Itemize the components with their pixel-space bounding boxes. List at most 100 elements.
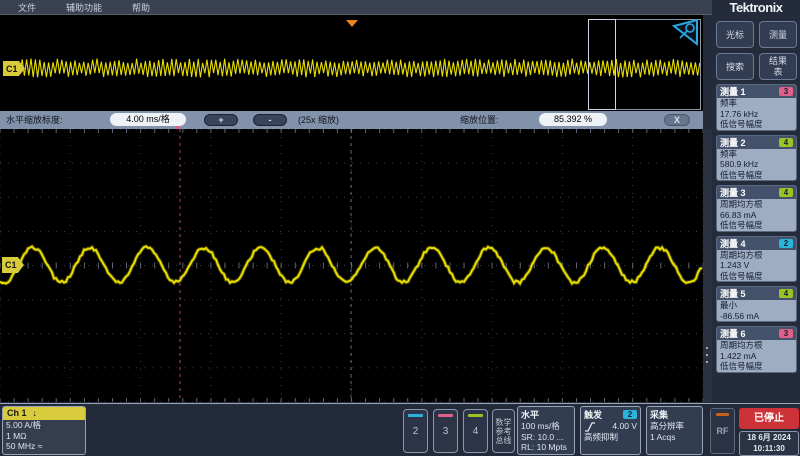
measurement-title: 测量 6 (720, 327, 746, 340)
sample-rate: SR: 10.0 ... (518, 432, 574, 443)
datetime-display: 18 6月 2024 10:11:30 (739, 431, 799, 456)
zoom-in-button[interactable]: + (204, 114, 238, 126)
measurement-type: 最小 (717, 300, 796, 311)
horizontal-scale: 100 ms/格 (518, 421, 574, 432)
bandwidth-limit-icon: ≈ (38, 441, 43, 451)
horizontal-title: 水平 (521, 408, 539, 421)
trigger-source-badge: 2 (623, 410, 637, 419)
waveform-overview[interactable]: C1 (0, 15, 703, 111)
rf-label: RF (711, 426, 734, 436)
measurement-type: 周期均方根 (717, 199, 796, 210)
source-badge: 4 (779, 289, 793, 298)
results-table-button[interactable]: 结果表 (759, 53, 797, 80)
record-length: RL: 10 Mpts (518, 442, 574, 453)
drag-handle-icon (706, 354, 708, 356)
measurement-type: 周期均方根 (717, 250, 796, 261)
channel1-bandwidth: 50 MHz (6, 441, 35, 451)
measurement-warning: 低信号幅度 (717, 361, 796, 372)
channel2-color-stripe-icon (408, 414, 423, 417)
measure-button[interactable]: 测量 (759, 21, 797, 48)
source-badge: 4 (779, 188, 793, 197)
rf-color-stripe-icon (716, 413, 729, 416)
trigger-title: 触发 (584, 408, 602, 421)
oscilloscope-screen: 文件 辅助功能 帮助 C1 水平缩放标度: 4.00 ms/格 + - (25x… (0, 0, 800, 456)
math-ref-bus-button[interactable]: 数学 参考 总线 (492, 409, 515, 453)
zoom-position-value[interactable]: 85.392 % (539, 113, 607, 126)
search-button[interactable]: 搜索 (716, 53, 754, 80)
channel1-impedance: 1 MΩ (3, 431, 85, 442)
channel3-number: 3 (434, 426, 457, 437)
measurement-value: 1.243 V (717, 260, 796, 271)
measurement-type: 频率 (717, 149, 796, 160)
zoom-close-button[interactable]: X (664, 114, 690, 126)
measurement-panel-1[interactable]: 测量 1 3 频率 17.76 kHz 低信号幅度 (716, 84, 797, 131)
acquisition-settings-panel[interactable]: 采集 高分辨率 1 Acqs (646, 406, 703, 455)
menu-help[interactable]: 帮助 (132, 1, 150, 14)
horizontal-settings-panel[interactable]: 水平 100 ms/格 SR: 10.0 ... RL: 10 Mpts (517, 406, 575, 455)
trigger-position-icon[interactable] (346, 20, 358, 27)
ref-label: 参考 (496, 427, 512, 436)
measurement-panel-3[interactable]: 测量 3 4 周期均方根 66.83 mA 低信号幅度 (716, 185, 797, 232)
measurement-title: 测量 1 (720, 85, 746, 98)
channel3-button[interactable]: 3 (433, 409, 458, 453)
measurement-value: 66.83 mA (717, 210, 796, 221)
measurement-title: 测量 4 (720, 237, 746, 250)
menu-file[interactable]: 文件 (18, 1, 36, 14)
acquisition-count: 1 Acqs (647, 432, 702, 443)
channel1-badge[interactable]: Ch 1 ↓ 5.00 A/格 1 MΩ 50 MHz ≈ (2, 406, 86, 455)
rising-edge-icon (584, 422, 596, 432)
zoom-factor-label: (25x 缩放) (298, 111, 339, 129)
channel4-number: 4 (464, 426, 487, 437)
panel-divider[interactable] (703, 129, 712, 402)
menu-utility[interactable]: 辅助功能 (66, 1, 102, 14)
date-text: 18 6月 2024 (740, 432, 798, 443)
zoom-toolbar: 水平缩放标度: 4.00 ms/格 + - (25x 缩放) 缩放位置: 85.… (0, 111, 703, 129)
zoom-window-box[interactable] (588, 19, 616, 110)
zoom-out-button[interactable]: - (253, 114, 287, 126)
measurement-value: 580.9 kHz (717, 159, 796, 170)
main-waveform-svg (0, 129, 703, 402)
status-bar: Ch 1 ↓ 5.00 A/格 1 MΩ 50 MHz ≈ 2 3 4 数学 参… (0, 403, 800, 456)
measurement-warning: 低信号幅度 (717, 220, 796, 231)
results-sidebar: Tektronix 光标 测量 搜索 结果表 测量 1 3 频率 17.76 k… (712, 0, 800, 403)
trigger-settings-panel[interactable]: 触发 2 4.00 V 高频抑制 (580, 406, 641, 455)
drag-handle-icon (706, 361, 708, 363)
measurement-type: 周期均方根 (717, 340, 796, 351)
measurement-panel-6[interactable]: 测量 6 3 周期均方根 1.422 mA 低信号幅度 (716, 326, 797, 373)
channel1-label: Ch 1 (7, 407, 27, 420)
main-graticule[interactable]: C1 (0, 129, 703, 402)
source-badge: 3 (779, 87, 793, 96)
measurement-type: 频率 (717, 98, 796, 109)
measurement-panel-5[interactable]: 测量 5 4 最小 -86.56 mA (716, 286, 797, 322)
source-badge: 2 (779, 239, 793, 248)
measurement-value: -86.56 mA (717, 311, 796, 322)
trigger-mode: 高频抑制 (581, 432, 640, 443)
zoom-mode-icon[interactable] (672, 19, 699, 46)
drag-handle-icon (706, 347, 708, 349)
measurement-panel-2[interactable]: 测量 2 4 频率 580.9 kHz 低信号幅度 (716, 135, 797, 182)
zoom-scale-value[interactable]: 4.00 ms/格 (110, 113, 186, 126)
source-badge: 4 (779, 138, 793, 147)
run-stop-status-button[interactable]: 已停止 (739, 408, 799, 429)
channel4-color-stripe-icon (468, 414, 483, 417)
brand-logo: Tektronix (712, 0, 800, 16)
time-text: 10:11:30 (740, 443, 798, 454)
channel4-button[interactable]: 4 (463, 409, 488, 453)
measurement-title: 测量 5 (720, 287, 746, 300)
measurement-warning: 低信号幅度 (717, 271, 796, 282)
math-label: 数学 (496, 418, 512, 427)
channel3-color-stripe-icon (438, 414, 453, 417)
measurement-panel-4[interactable]: 测量 4 2 周期均方根 1.243 V 低信号幅度 (716, 236, 797, 283)
measurement-value: 17.76 kHz (717, 109, 796, 120)
cursor-button[interactable]: 光标 (716, 21, 754, 48)
channel2-button[interactable]: 2 (403, 409, 428, 453)
measurement-value: 1.422 mA (717, 351, 796, 362)
channel-menu-arrow-icon: ↓ (33, 407, 38, 420)
channel2-number: 2 (404, 426, 427, 437)
measurement-warning: 低信号幅度 (717, 170, 796, 181)
measurement-title: 测量 3 (720, 186, 746, 199)
channel1-scale: 5.00 A/格 (3, 420, 85, 431)
acquisition-mode: 高分辨率 (647, 421, 702, 432)
zoom-position-label: 缩放位置: (460, 111, 499, 129)
rf-button[interactable]: RF (710, 408, 735, 454)
